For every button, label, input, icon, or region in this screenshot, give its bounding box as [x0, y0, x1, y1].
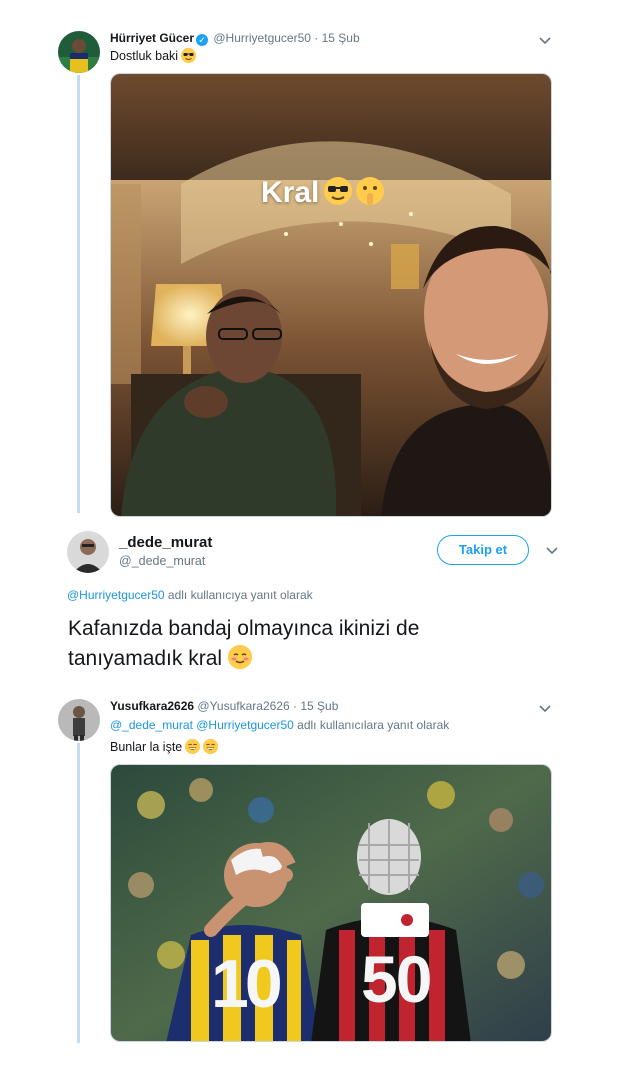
tweet3-reply-mention-2[interactable]: @Hurriyetgucer50 — [196, 718, 294, 732]
avatar-dede-murat[interactable] — [67, 531, 109, 573]
shushing-face-emoji-icon — [355, 176, 385, 214]
tweet1-separator: · — [314, 31, 319, 45]
tweet3-text-body: Bunlar la işte — [110, 740, 183, 754]
tweet3-text: Bunlar la işte — [110, 739, 219, 754]
grinning-emoji-icon — [185, 739, 201, 754]
tweet2-author-handle[interactable]: @_dede_murat — [119, 554, 205, 568]
tweet2-text: Kafanızda bandaj olmayınca ikinizi de ta… — [68, 614, 588, 674]
tweet2-author-name[interactable]: _dede_murat — [119, 534, 212, 551]
follow-button[interactable]: Takip et — [437, 535, 529, 565]
tweet2-reply-mention[interactable]: @Hurriyetgucer50 — [67, 588, 165, 602]
tweet3-author-handle[interactable]: @Yusufkara2626 — [197, 699, 289, 713]
tweet1-photo-overlay-text: Kral — [261, 176, 385, 214]
tweet1-text-body: Dostluk baki — [110, 49, 179, 63]
tweet1-author-name[interactable]: Hürriyet Gücer — [110, 31, 194, 45]
smiling-face-emoji-icon — [228, 645, 253, 669]
tweet3-chevron-down-icon[interactable] — [538, 701, 552, 715]
grinning-emoji-icon — [203, 739, 219, 754]
sunglasses-emoji-icon — [181, 48, 197, 63]
tweet1-chevron-down-icon[interactable] — [538, 33, 552, 47]
tweet3-photo[interactable]: 10 50 — [110, 764, 552, 1042]
thread-line-1 — [77, 75, 80, 513]
tweet2-text-line1: Kafanızda bandaj olmayınca ikinizi de — [68, 617, 420, 640]
tweet1-photo[interactable]: Kral — [110, 73, 552, 517]
avatar-hurriyet[interactable] — [58, 31, 100, 73]
tweet2-reply-suffix: adlı kullanıcıya yanıt olarak — [167, 588, 313, 602]
jersey-number-10: 10 — [211, 946, 283, 1022]
thread-line-3 — [77, 743, 80, 1043]
verified-badge-icon: ✓ — [196, 34, 209, 46]
tweet2-replying-to: @Hurriyetgucer50 adlı kullanıcıya yanıt … — [67, 588, 313, 602]
tweet1-text: Dostluk baki — [110, 48, 197, 63]
sunglasses-emoji-icon — [323, 176, 353, 214]
tweet1-date[interactable]: 15 Şub — [322, 31, 360, 45]
tweet2-text-line2-wrap: tanıyamadık kral — [68, 644, 588, 674]
tweet3-header: Yusufkara2626 @Yusufkara2626 · 15 Şub — [110, 699, 338, 713]
tweet3-reply-suffix: adlı kullanıcılara yanıt olarak — [297, 718, 450, 732]
tweet2-text-line2: tanıyamadık kral — [68, 647, 223, 670]
avatar-yusufkara[interactable] — [58, 699, 100, 741]
photo-overlay-word: Kral — [261, 176, 320, 209]
tweet3-separator: · — [293, 699, 297, 713]
tweet3-reply-mention-1[interactable]: @_dede_murat — [110, 718, 193, 732]
tweet3-replying-to: @_dede_murat @Hurriyetgucer50 adlı kulla… — [110, 718, 449, 732]
tweet3-date[interactable]: 15 Şub — [300, 699, 338, 713]
tweet2-chevron-down-icon[interactable] — [545, 543, 559, 557]
tweet1-header: Hürriyet Gücer ✓ @Hurriyetgucer50 · 15 Şu… — [110, 31, 360, 46]
tweet1-author-handle[interactable]: @Hurriyetgucer50 — [213, 31, 311, 45]
jersey-number-50: 50 — [361, 942, 432, 1016]
tweet3-author-name[interactable]: Yusufkara2626 — [110, 699, 194, 713]
